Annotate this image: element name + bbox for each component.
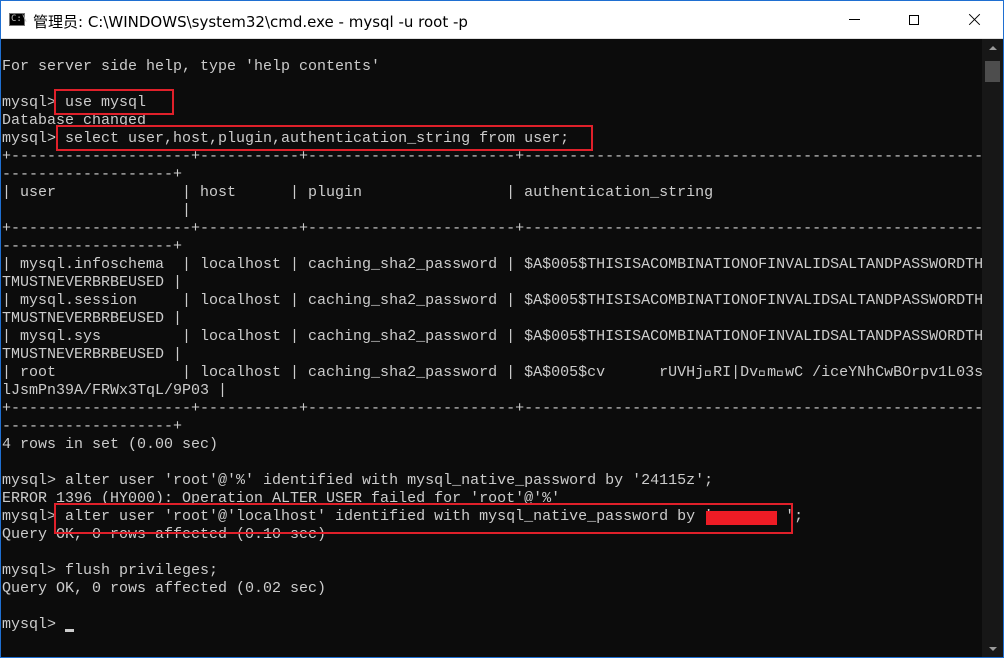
scroll-down-arrow-icon [988,646,997,651]
scroll-thumb[interactable] [985,61,1000,82]
redacted-password [706,511,777,525]
close-button[interactable] [951,1,997,38]
console-output[interactable]: For server side help, type 'help content… [1,39,982,657]
scroll-up-arrow-icon [988,45,997,50]
minimize-button[interactable] [831,1,877,38]
close-icon [968,13,981,26]
maximize-button[interactable] [891,1,937,38]
scroll-up-button[interactable] [982,39,1003,56]
title-bar[interactable]: C:\ 管理员: C:\WINDOWS\system32\cmd.exe - m… [1,1,1003,39]
cmd-window: C:\ 管理员: C:\WINDOWS\system32\cmd.exe - m… [0,0,1004,658]
vertical-scrollbar[interactable] [982,39,1003,657]
maximize-icon [909,14,919,25]
minimize-icon [848,19,860,20]
window-title: 管理员: C:\WINDOWS\system32\cmd.exe - mysql… [33,13,468,31]
app-icon-label: C:\ [11,14,28,24]
scroll-down-button[interactable] [982,640,1003,657]
console-text: For server side help, type 'help content… [2,58,982,633]
cmd-app-icon[interactable]: C:\ [9,13,28,26]
text-cursor [65,629,74,632]
